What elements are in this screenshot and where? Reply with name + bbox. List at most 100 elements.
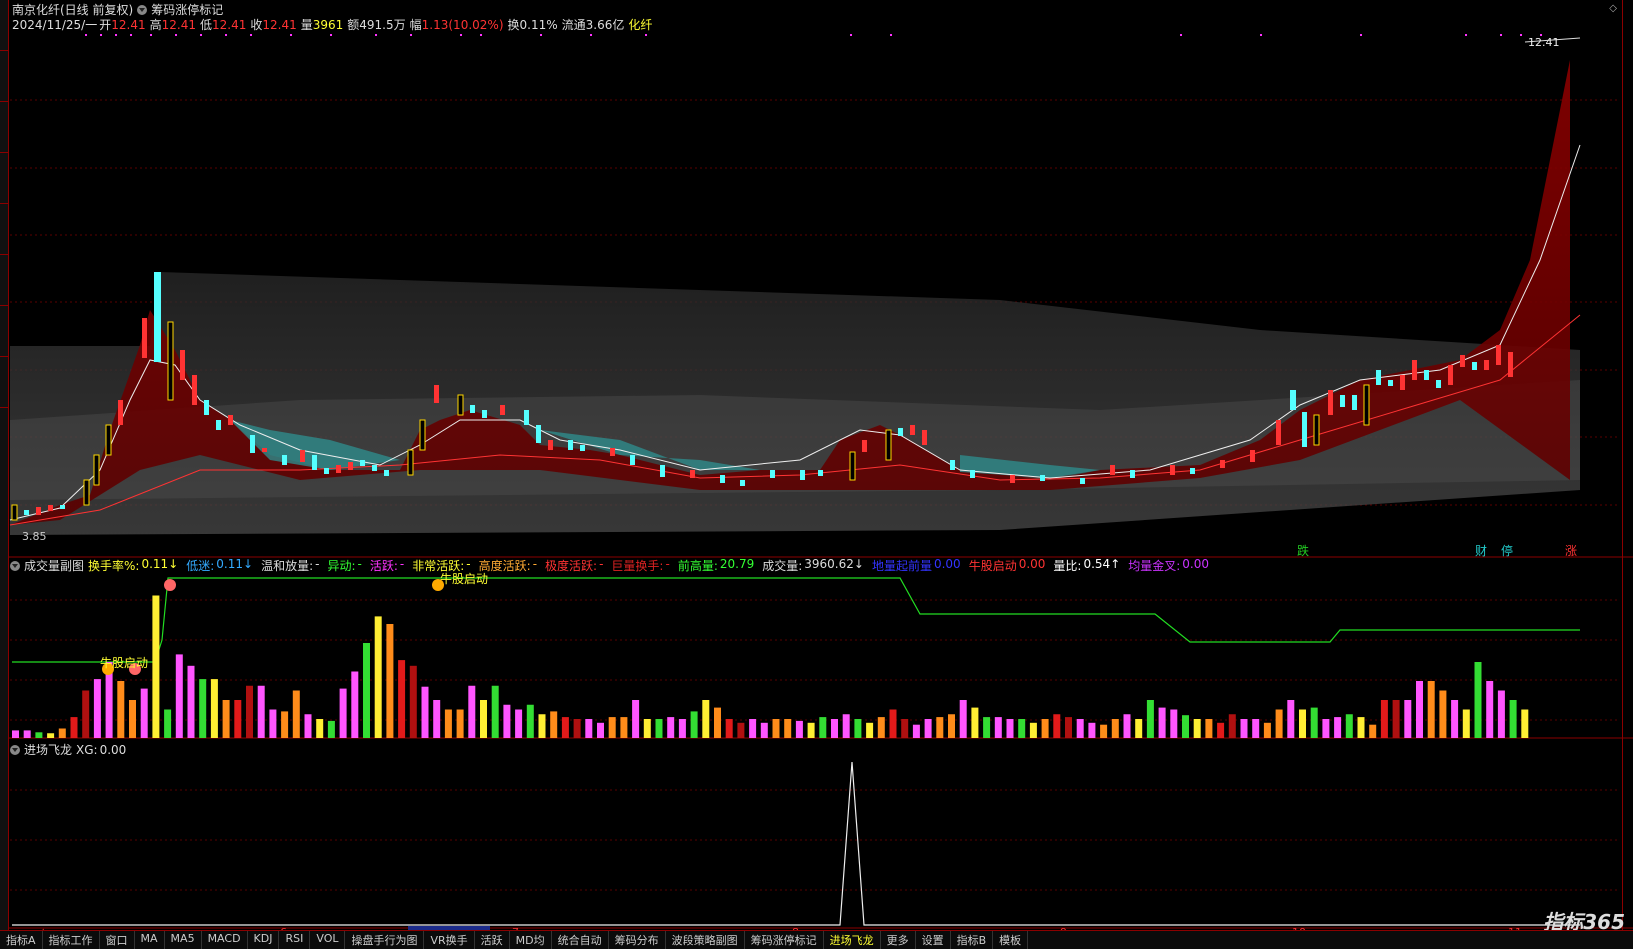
volume-bar — [292, 690, 300, 738]
bottom-tab[interactable]: 更多 — [881, 931, 916, 949]
volume-indicator-label: 成交量: — [762, 559, 803, 573]
volume-pane-title[interactable]: 成交量副图 — [24, 557, 84, 574]
volume-pane-dropdown-icon[interactable] — [10, 560, 20, 571]
volume-indicator-label: 巨量换手: — [611, 559, 664, 573]
bottom-tab[interactable]: 筹码涨停标记 — [745, 931, 824, 949]
volume-bar — [1217, 722, 1225, 738]
bottom-tab[interactable]: VOL — [310, 931, 346, 949]
volume-bar — [620, 717, 628, 738]
volume-bar — [901, 719, 909, 738]
tag-down: 跌 — [1297, 544, 1310, 558]
volume-bar — [1275, 709, 1283, 738]
bottom-tab[interactable]: 筹码分布 — [609, 931, 666, 949]
volume-bar — [959, 700, 967, 738]
volume-bar — [1345, 714, 1353, 738]
volume-bar — [257, 685, 265, 738]
volume-indicator-label: 温和放量: — [261, 559, 314, 573]
volume-bar — [678, 719, 686, 738]
volume-bar — [1263, 722, 1271, 738]
bottom-tab[interactable]: RSI — [279, 931, 311, 949]
volume-indicator-label: 换手率%: — [88, 559, 140, 573]
volume-indicator-value: 20.79 — [719, 557, 755, 571]
volume-bar — [819, 717, 827, 738]
volume-indicator-value: - — [399, 557, 405, 571]
bottom-tab[interactable]: 波段策略副图 — [666, 931, 745, 949]
xg-signal-line — [12, 761, 1580, 926]
volume-indicator-label: 牛股启动 — [968, 559, 1017, 573]
bottom-tab[interactable]: VR换手 — [424, 931, 475, 949]
volume-bar — [1228, 714, 1236, 738]
volume-bar — [281, 711, 289, 738]
volume-bar — [187, 665, 195, 738]
chart-canvas[interactable] — [0, 0, 1633, 948]
bottom-tab[interactable]: 活跃 — [475, 931, 510, 949]
bottom-tab[interactable]: MACD — [202, 931, 248, 949]
bottom-tab[interactable]: 进场飞龙 — [824, 931, 881, 949]
volume-indicator-label: 前高量: — [677, 559, 718, 573]
volume-bar — [421, 686, 429, 738]
volume-bar — [234, 700, 242, 738]
bottom-tab[interactable]: 窗口 — [100, 931, 135, 949]
volume-bar — [667, 717, 675, 738]
volume-bar — [93, 679, 101, 738]
bottom-tab[interactable]: 指标B — [951, 931, 994, 949]
signal-pane-dropdown-icon[interactable] — [10, 744, 20, 755]
volume-bar — [983, 717, 991, 738]
bottom-tab[interactable]: 统合自动 — [552, 931, 609, 949]
volume-bar — [877, 717, 885, 738]
volume-bar — [480, 700, 487, 738]
volume-bar — [795, 720, 803, 738]
volume-bar — [222, 700, 230, 738]
volume-bar — [409, 665, 417, 738]
volume-bar — [468, 685, 476, 738]
signal-pane-title[interactable]: 进场飞龙 — [24, 741, 72, 758]
volume-bar — [690, 711, 698, 738]
tag-halt: 停 — [1501, 544, 1514, 558]
volume-bar — [714, 707, 721, 738]
volume-bar — [994, 717, 1002, 738]
bottom-tab[interactable]: 指标工作 — [43, 931, 100, 949]
volume-bar — [597, 722, 604, 738]
price-high-label: 12.41 — [1528, 36, 1560, 49]
bottom-tab[interactable]: 指标A — [0, 931, 43, 949]
volume-bar — [503, 704, 511, 738]
volume-bar — [1299, 709, 1306, 738]
bottom-tab[interactable]: 设置 — [916, 931, 951, 949]
volume-bar — [702, 700, 710, 738]
volume-bar — [924, 719, 932, 738]
volume-bar — [1322, 719, 1330, 738]
volume-bar — [398, 660, 406, 738]
volume-bar — [807, 722, 815, 738]
volume-indicator-value: 0.11↓ — [216, 557, 254, 571]
volume-bar — [1369, 724, 1377, 738]
bottom-tab[interactable]: 操盘手行为图 — [345, 931, 425, 949]
volume-bar — [655, 719, 663, 738]
volume-bar — [1497, 690, 1505, 738]
volume-indicator-value: - — [665, 557, 670, 571]
volume-indicator-label: 均量金叉: — [1128, 559, 1181, 573]
bottom-tab[interactable]: MD均 — [510, 931, 552, 949]
volume-indicator-value: - — [532, 557, 538, 571]
volume-bar — [725, 719, 733, 738]
volume-bar — [538, 714, 546, 738]
volume-bar — [760, 722, 768, 738]
volume-bar — [632, 700, 640, 738]
volume-bar — [175, 654, 183, 738]
volume-bar — [1404, 700, 1412, 738]
bottom-tab[interactable]: 模板 — [993, 931, 1029, 949]
volume-bar — [912, 724, 920, 738]
volume-bar — [444, 709, 452, 738]
volume-indicator-value: 0.00 — [933, 557, 961, 571]
bottom-tab[interactable]: KDJ — [248, 931, 280, 949]
volume-indicator-value: 3960.62↓ — [804, 557, 864, 571]
volume-indicator-value: - — [357, 557, 362, 571]
bottom-tab[interactable]: MA5 — [165, 931, 202, 949]
volume-indicator-value: 0.00 — [1018, 557, 1046, 571]
bottom-tab[interactable]: MA — [135, 931, 165, 949]
volume-bar — [866, 722, 874, 738]
volume-bar — [1123, 714, 1131, 738]
volume-bar — [526, 704, 534, 738]
volume-pane-header: 成交量副图 换手率%: 0.11↓ 低迷: 0.11↓ 温和放量: - 异动: - 活跃: - 非常… — [10, 557, 1217, 574]
volume-bar — [70, 717, 78, 738]
volume-bar — [35, 732, 43, 738]
